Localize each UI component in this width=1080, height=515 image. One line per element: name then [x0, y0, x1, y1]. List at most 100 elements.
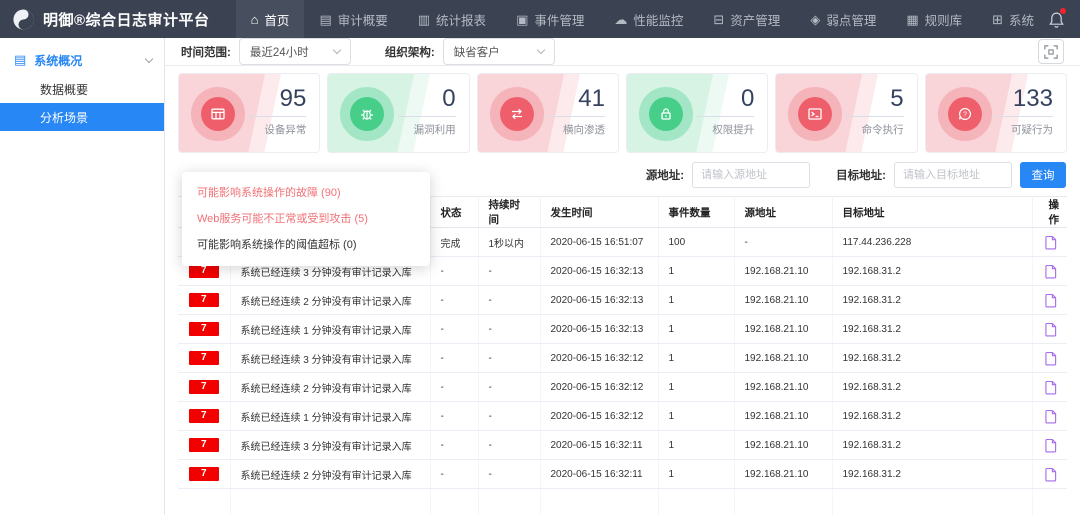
document-detail-icon[interactable]: [1045, 235, 1057, 250]
status-cell: -: [430, 431, 478, 460]
target-address-input[interactable]: [894, 162, 1012, 188]
event-count-cell: 1: [658, 257, 734, 286]
event-name-cell: [230, 489, 430, 515]
sidebar-item-data-summary[interactable]: 数据概要: [0, 75, 164, 103]
event-count-cell: 1: [658, 460, 734, 489]
document-detail-icon[interactable]: [1045, 409, 1057, 424]
event-name-cell: 系统已经连续 3 分钟没有审计记录入库: [230, 431, 430, 460]
column-header: 发生时间: [540, 197, 658, 228]
target-ip-cell: 192.168.31.2: [832, 431, 1032, 460]
event-name-cell: 系统已经连续 3 分钟没有审计记录入库: [230, 344, 430, 373]
nav-item-audit-overview[interactable]: ▤审计概要: [304, 0, 402, 38]
sidebar-items: 数据概要分析场景: [0, 75, 164, 131]
occur-time-cell: 2020-06-15 16:32:13: [540, 315, 658, 344]
level-badge: 7: [189, 322, 219, 336]
sidebar-group-label: 系统概况: [34, 52, 82, 69]
nav-item-event-management[interactable]: ▣事件管理: [501, 0, 599, 38]
document-detail-icon[interactable]: [1045, 322, 1057, 337]
duration-cell: [478, 489, 540, 515]
stat-card-device-anomaly[interactable]: 95 设备异常: [178, 73, 320, 153]
event-count-cell: 1: [658, 431, 734, 460]
duration-cell: -: [478, 460, 540, 489]
event-name-cell: 系统已经连续 1 分钟没有审计记录入库: [230, 315, 430, 344]
stat-label: 权限提升: [696, 122, 754, 137]
occur-time-cell: 2020-06-15 16:32:11: [540, 431, 658, 460]
table-row: 7系统已经连续 2 分钟没有审计记录入库--2020-06-15 16:32:1…: [178, 286, 1067, 315]
source-ip-cell: -: [734, 228, 832, 257]
document-detail-icon[interactable]: [1045, 467, 1057, 482]
nav-item-weakness-management[interactable]: ◈弱点管理: [795, 0, 891, 38]
stat-card-privilege-escalation[interactable]: 0 权限提升: [626, 73, 768, 153]
stat-value: 0: [398, 85, 456, 113]
column-header: 操作: [1032, 197, 1067, 228]
source-ip-cell: 192.168.21.10: [734, 431, 832, 460]
target-ip-cell: 192.168.31.2: [832, 402, 1032, 431]
document-detail-icon[interactable]: [1045, 293, 1057, 308]
dropdown-item[interactable]: 可能影响系统操作的阈值超标 (0): [182, 232, 430, 258]
filter-bar: 时间范围: 最近24小时 组织架构: 缺省客户: [165, 38, 1080, 66]
duration-cell: -: [478, 402, 540, 431]
org-select[interactable]: 缺省客户: [443, 38, 555, 65]
table-row: 7系统已经连续 1 分钟没有审计记录入库--2020-06-15 16:32:1…: [178, 315, 1067, 344]
action-cell: [1032, 489, 1067, 515]
stat-card-command-execution[interactable]: 5 命令执行: [775, 73, 917, 153]
status-cell: -: [430, 257, 478, 286]
occur-time-cell: 2020-06-15 16:51:07: [540, 228, 658, 257]
table-row: 7系统已经连续 1 分钟没有审计记录入库--2020-06-15 16:32:1…: [178, 402, 1067, 431]
dropdown-item[interactable]: 可能影响系统操作的故障 (90): [182, 180, 430, 206]
stat-card-lateral-movement[interactable]: 41 横向渗透: [477, 73, 619, 153]
level-badge: 7: [189, 380, 219, 394]
duration-cell: -: [478, 286, 540, 315]
query-button[interactable]: 查询: [1020, 162, 1066, 188]
nav-label: 系统: [1009, 10, 1034, 29]
event-count-cell: [658, 489, 734, 515]
action-cell: [1032, 315, 1067, 344]
lateral-arrows-icon: [509, 106, 525, 122]
org-value: 缺省客户: [454, 44, 500, 60]
sidebar-group-system-overview[interactable]: ▤ 系统概况: [0, 45, 164, 75]
level-cell: 7: [178, 286, 230, 315]
stat-card-suspicious-behavior[interactable]: ? 133 可疑行为: [925, 73, 1067, 153]
target-ip-cell: 192.168.31.2: [832, 286, 1032, 315]
stat-label: 可疑行为: [995, 122, 1053, 137]
nav-item-statistics-report[interactable]: ▥统计报表: [403, 0, 501, 38]
document-detail-icon[interactable]: [1045, 264, 1057, 279]
stat-card-vuln-exploit[interactable]: 0 漏洞利用: [327, 73, 469, 153]
notification-bell-icon[interactable]: [1049, 11, 1064, 28]
diamond-icon: ◈: [810, 13, 820, 26]
occur-time-cell: 2020-06-15 16:32:11: [540, 460, 658, 489]
document-detail-icon[interactable]: [1045, 380, 1057, 395]
chevron-down-icon: [536, 46, 544, 54]
duration-cell: -: [478, 373, 540, 402]
nav-item-performance-monitor[interactable]: ☁性能监控: [599, 0, 698, 38]
duration-cell: 1秒以内: [478, 228, 540, 257]
target-ip-cell: 117.44.236.228: [832, 228, 1032, 257]
occur-time-cell: 2020-06-15 16:32:12: [540, 373, 658, 402]
grid-icon: ⊞: [992, 13, 1003, 26]
nav-item-asset-management[interactable]: ⊟资产管理: [698, 0, 795, 38]
level-badge: 7: [189, 293, 219, 307]
fullscreen-button[interactable]: [1038, 39, 1064, 64]
document-detail-icon[interactable]: [1045, 351, 1057, 366]
level-cell: 7: [178, 431, 230, 460]
stat-label: 横向渗透: [547, 122, 605, 137]
stat-value: 133: [995, 85, 1053, 113]
nav-item-home[interactable]: ⌂首页: [236, 0, 305, 38]
nav-item-system[interactable]: ⊞ 系统: [977, 0, 1049, 38]
target-ip-cell: 192.168.31.2: [832, 460, 1032, 489]
source-ip-cell: [734, 489, 832, 515]
dropdown-item[interactable]: Web服务可能不正常或受到攻击 (5): [182, 206, 430, 232]
status-cell: -: [430, 315, 478, 344]
org-label: 组织架构:: [385, 44, 435, 60]
level-badge: 7: [189, 438, 219, 452]
level-badge: 7: [189, 351, 219, 365]
source-address-input[interactable]: [692, 162, 810, 188]
level-cell: 7: [178, 402, 230, 431]
sidebar-item-analysis-scene[interactable]: 分析场景: [0, 103, 164, 131]
document-detail-icon[interactable]: [1045, 438, 1057, 453]
source-ip-cell: 192.168.21.10: [734, 344, 832, 373]
list-doc-icon: ▤: [14, 52, 26, 68]
nav-item-rule-base[interactable]: ▦规则库: [891, 0, 977, 38]
time-range-select[interactable]: 最近24小时: [239, 38, 351, 65]
action-cell: [1032, 228, 1067, 257]
